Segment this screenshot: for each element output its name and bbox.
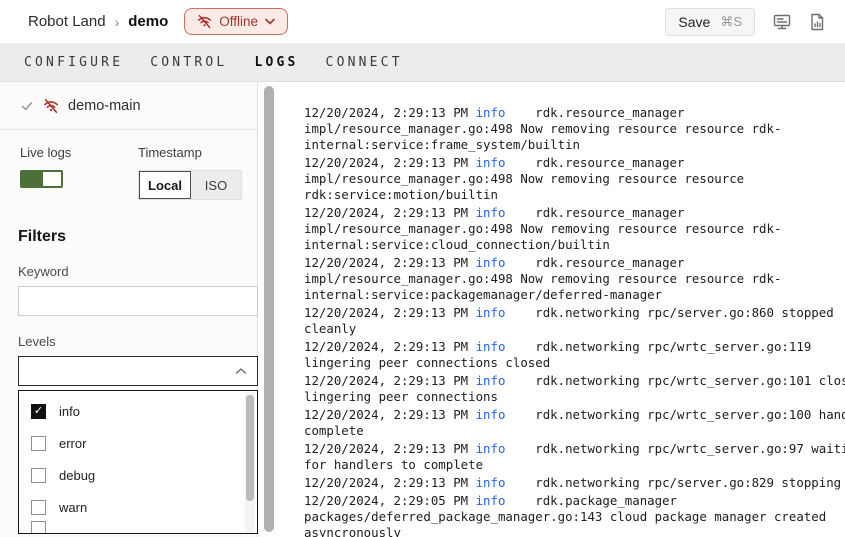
level-option-debug[interactable]: debug — [19, 459, 257, 491]
timestamp-option-iso[interactable]: ISO — [191, 171, 241, 199]
log-entry: 12/20/2024, 2:29:13 PM info rdk.networki… — [304, 339, 845, 371]
log-level: info — [476, 255, 506, 270]
save-button[interactable]: Save ⌘S — [665, 8, 755, 36]
log-timestamp: 12/20/2024, 2:29:13 PM — [304, 305, 476, 320]
content-scrollbar-thumb[interactable] — [264, 86, 274, 532]
wifi-off-icon — [43, 98, 59, 114]
level-option-error[interactable]: error — [19, 427, 257, 459]
save-shortcut: ⌘S — [720, 14, 742, 30]
log-level: info — [476, 205, 506, 220]
log-list: 12/20/2024, 2:29:13 PM info rdk.resource… — [304, 105, 845, 537]
log-entry: 12/20/2024, 2:29:13 PM info rdk.networki… — [304, 373, 845, 405]
status-label: Offline — [219, 14, 258, 29]
level-option-partial — [19, 523, 257, 533]
breadcrumb-separator: › — [115, 14, 120, 30]
log-level: info — [476, 407, 506, 422]
log-timestamp: 12/20/2024, 2:29:13 PM — [304, 155, 476, 170]
save-label: Save — [678, 14, 710, 30]
tab-control[interactable]: CONTROL — [150, 55, 227, 70]
levels-label: Levels — [18, 334, 257, 349]
checkbox — [31, 521, 46, 535]
level-option-label: debug — [59, 468, 95, 483]
log-level: info — [476, 155, 506, 170]
logs-sidebar: demo-main Live logs Timestamp Local ISO … — [0, 82, 258, 537]
log-pane: 12/20/2024, 2:29:13 PM info rdk.resource… — [280, 82, 845, 537]
monitor-icon[interactable] — [773, 13, 791, 31]
tab-logs[interactable]: LOGS — [254, 55, 298, 70]
log-timestamp: 12/20/2024, 2:29:13 PM — [304, 441, 476, 456]
level-option-label: error — [59, 436, 86, 451]
chevron-up-icon — [235, 367, 247, 375]
log-entry: 12/20/2024, 2:29:13 PM info rdk.networki… — [304, 441, 845, 473]
tab-connect[interactable]: CONNECT — [326, 55, 403, 70]
log-entry: 12/20/2024, 2:29:13 PM info rdk.resource… — [304, 105, 845, 153]
top-header: Robot Land › demo Offline Save ⌘S — [0, 0, 845, 43]
log-entry: 12/20/2024, 2:29:13 PM info rdk.resource… — [304, 255, 845, 303]
live-logs-toggle[interactable] — [20, 170, 63, 188]
log-entry: 12/20/2024, 2:29:13 PM info rdk.resource… — [304, 205, 845, 253]
timestamp-label: Timestamp — [138, 145, 256, 160]
log-timestamp: 12/20/2024, 2:29:13 PM — [304, 339, 476, 354]
wifi-off-icon — [197, 14, 212, 29]
timestamp-segmented-control: Local ISO — [138, 170, 242, 200]
log-timestamp: 12/20/2024, 2:29:05 PM — [304, 493, 476, 508]
chevron-down-icon — [265, 18, 275, 25]
log-level: info — [476, 339, 506, 354]
levels-options: info error debug warn — [19, 391, 257, 523]
tab-configure[interactable]: CONFIGURE — [24, 55, 123, 70]
log-level: info — [476, 441, 506, 456]
content-scrollbar — [258, 82, 280, 537]
log-timestamp: 12/20/2024, 2:29:13 PM — [304, 407, 476, 422]
breadcrumb: Robot Land › demo — [28, 13, 168, 30]
log-entry: 12/20/2024, 2:29:13 PM info rdk.networki… — [304, 407, 845, 439]
log-level: info — [476, 493, 506, 508]
machine-status-badge[interactable]: Offline — [184, 8, 288, 35]
checkbox[interactable] — [31, 500, 46, 515]
file-chart-icon[interactable] — [809, 13, 825, 31]
levels-select[interactable] — [18, 356, 258, 386]
check-icon — [20, 99, 34, 113]
filters-title: Filters — [18, 228, 257, 246]
live-logs-label: Live logs — [20, 145, 138, 160]
log-timestamp: 12/20/2024, 2:29:13 PM — [304, 475, 476, 490]
log-level: info — [476, 105, 506, 120]
toggle-knob — [43, 172, 61, 186]
log-entry: 12/20/2024, 2:29:05 PM info rdk.package_… — [304, 493, 845, 537]
breadcrumb-org[interactable]: Robot Land — [28, 13, 106, 30]
part-name: demo-main — [68, 98, 141, 114]
log-timestamp: 12/20/2024, 2:29:13 PM — [304, 255, 476, 270]
log-timestamp: 12/20/2024, 2:29:13 PM — [304, 205, 476, 220]
dropdown-scrollbar-thumb[interactable] — [246, 395, 254, 501]
log-entry: 12/20/2024, 2:29:13 PM info rdk.networki… — [304, 475, 845, 491]
log-level: info — [476, 475, 506, 490]
level-option-warn[interactable]: warn — [19, 491, 257, 523]
breadcrumb-machine: demo — [128, 13, 168, 30]
log-entry: 12/20/2024, 2:29:13 PM info rdk.networki… — [304, 305, 845, 337]
log-entry: 12/20/2024, 2:29:13 PM info rdk.resource… — [304, 155, 845, 203]
keyword-label: Keyword — [18, 264, 257, 279]
level-option-label: info — [59, 404, 80, 419]
checkbox[interactable] — [31, 436, 46, 451]
checkbox[interactable] — [31, 468, 46, 483]
levels-dropdown: info error debug warn — [18, 390, 258, 534]
log-timestamp: 12/20/2024, 2:29:13 PM — [304, 105, 476, 120]
checkbox[interactable] — [31, 404, 46, 419]
keyword-input[interactable] — [18, 286, 258, 316]
level-option-label: warn — [59, 500, 87, 515]
log-timestamp: 12/20/2024, 2:29:13 PM — [304, 373, 476, 388]
level-option-info[interactable]: info — [19, 395, 257, 427]
log-level: info — [476, 373, 506, 388]
part-row-demo-main[interactable]: demo-main — [0, 82, 257, 130]
timestamp-option-local[interactable]: Local — [139, 171, 191, 199]
tab-bar: CONFIGURE CONTROL LOGS CONNECT — [0, 43, 845, 82]
log-level: info — [476, 305, 506, 320]
log-message: rdk.networking rpc/server.go:829 stoppin… — [505, 475, 841, 490]
